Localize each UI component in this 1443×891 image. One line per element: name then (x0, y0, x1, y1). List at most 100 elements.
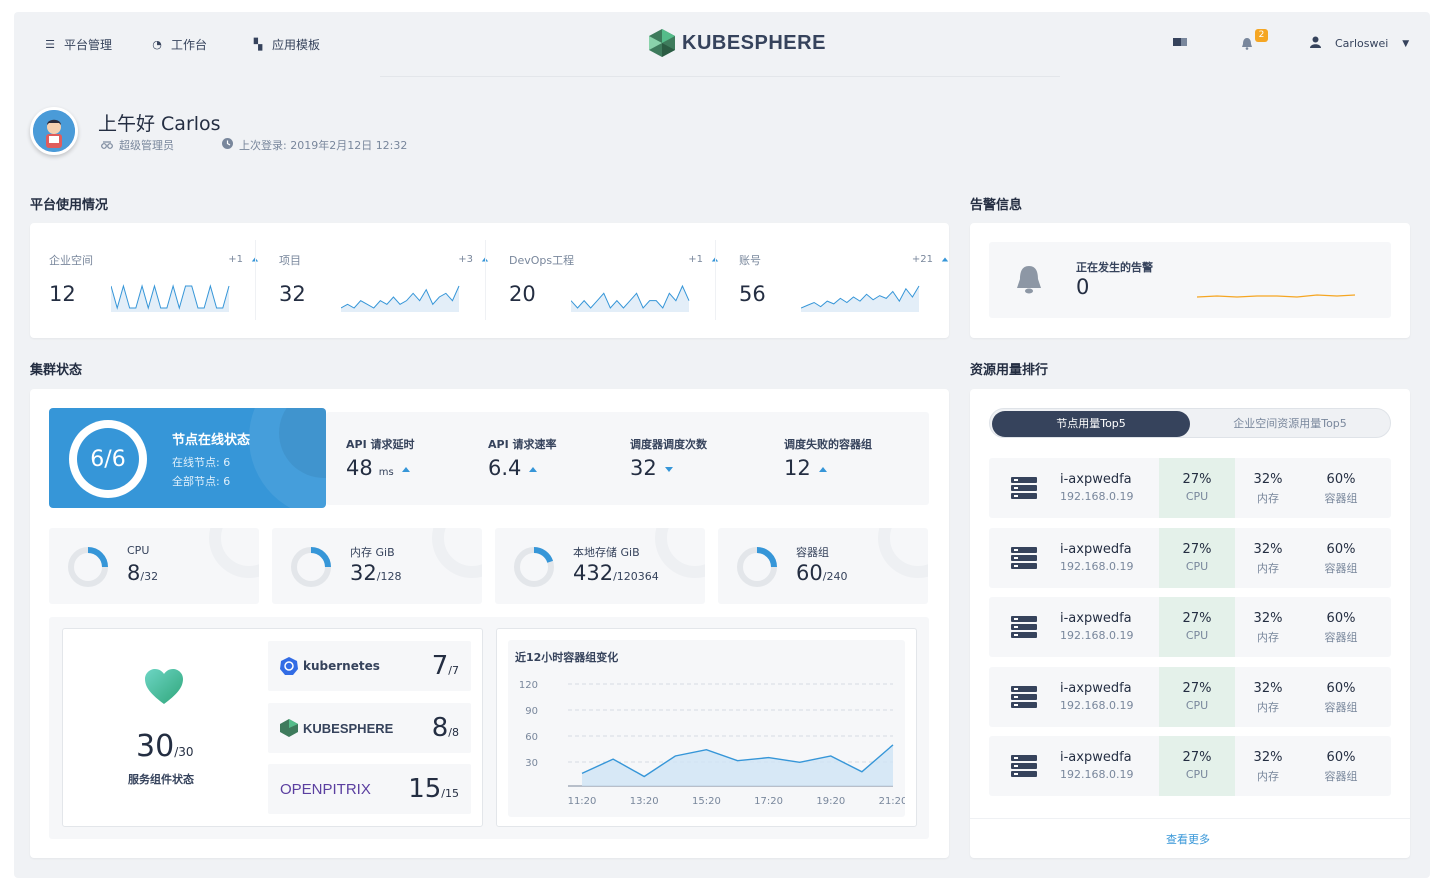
metric-cell-cpu: 27% CPU (1159, 666, 1235, 727)
server-icon (1011, 755, 1037, 777)
resource-label: 本地存储 GiB (573, 546, 640, 559)
resource-card-0[interactable]: CPU 8/32 (49, 528, 259, 604)
metric-cell-mem: 32% 内存 (1235, 458, 1301, 518)
stat-delta: +21 (912, 254, 949, 265)
service-count: 8/8 (432, 713, 459, 743)
tab-node-top5[interactable]: 节点用量Top5 (992, 411, 1190, 437)
screen-icon[interactable] (1173, 37, 1187, 47)
resource-value: 432/120364 (573, 561, 659, 585)
service-count: 7/7 (432, 651, 459, 681)
bell-icon (1015, 264, 1043, 300)
tab-workspace-top5[interactable]: 企业空间资源用量Top5 (1190, 411, 1390, 437)
service-name-wrap: KUBESPHERE (280, 719, 393, 737)
metric-percent: 60% (1326, 541, 1356, 557)
metric-percent: 32% (1253, 750, 1283, 765)
stat-2[interactable]: DevOps工程 +1 20 (509, 238, 719, 318)
node-online-status[interactable]: 6/6 节点在线状态 在线节点: 6 全部节点: 6 (49, 408, 326, 508)
server-icon (1011, 477, 1037, 499)
metric-label: 内存 (1257, 561, 1279, 575)
divider (715, 240, 716, 320)
stat-3[interactable]: 账号 +21 56 (739, 238, 949, 318)
service-count-total: /7 (448, 664, 459, 677)
resource-used: 60 (796, 561, 823, 585)
ranking-row[interactable]: i-axpwedfa 192.168.0.19 27% CPU 32% 内存 60% 容器组 (989, 736, 1391, 796)
usage-donut (291, 547, 331, 587)
metric-label: 容器组 (1324, 631, 1358, 644)
ranking-row[interactable]: i-axpwedfa 192.168.0.19 27% CPU 32% 内存 60% 容器组 (989, 597, 1391, 657)
metric-percent: 60% (1326, 472, 1356, 487)
service-0[interactable]: kubernetes 7/7 (268, 641, 471, 691)
metric-percent: 27% (1182, 750, 1212, 765)
resource-total: /32 (140, 570, 159, 583)
metric-cell-cpu: 27% CPU (1159, 458, 1235, 518)
stat-1[interactable]: 项目 +3 32 (279, 238, 489, 318)
service-name: KUBESPHERE (303, 720, 394, 736)
logo-text: KUBESPHERE (682, 31, 826, 54)
clock-icon (222, 138, 233, 152)
metric-cell-mem: 32% 内存 (1235, 528, 1301, 588)
ranking-row[interactable]: i-axpwedfa 192.168.0.19 27% CPU 32% 内存 60% 容器组 (989, 458, 1391, 518)
nav-label: 工作台 (171, 38, 208, 52)
user-icon (1310, 36, 1321, 51)
x-tick-label: 15:20 (692, 796, 721, 807)
ranking-tabs: 节点用量Top5 企业空间资源用量Top5 (989, 408, 1391, 438)
active-alerts[interactable]: 正在发生的告警 0 (989, 242, 1391, 318)
decorative-ring (432, 528, 482, 578)
api-metric-label: API 请求延时 (346, 438, 415, 451)
user-menu[interactable]: Carloswei ▼ (1310, 36, 1409, 51)
metric-cell-cpu: 27% CPU (1159, 736, 1235, 796)
metric-label: 容器组 (1324, 492, 1358, 505)
metric-label: 内存 (1257, 492, 1279, 505)
ranking-row[interactable]: i-axpwedfa 192.168.0.19 27% CPU 32% 内存 60% 容器组 (989, 527, 1391, 588)
resource-used: 32 (350, 561, 377, 585)
metric-cell-mem: 32% 内存 (1235, 667, 1301, 727)
api-metric-value-row: 6.4 (488, 456, 557, 480)
logo[interactable]: KUBESPHERE (648, 28, 826, 58)
stat-0[interactable]: 企业空间 +1 12 (49, 238, 259, 318)
ranking-row[interactable]: i-axpwedfa 192.168.0.19 27% CPU 32% 内存 60% 容器组 (989, 666, 1391, 727)
service-1[interactable]: KUBESPHERE 8/8 (268, 703, 471, 753)
service-name-wrap: OPENPITRIX (280, 781, 371, 798)
decorative-ring (655, 528, 705, 578)
resource-card-2[interactable]: 本地存储 GiB 432/120364 (495, 528, 705, 604)
nav-platform-management[interactable]: ☰ 平台管理 (44, 36, 112, 53)
pod-change-chart: 120 90 60 30 11:20 13:20 15:20 17:20 19:20 21:20 (519, 680, 905, 807)
alert-label: 正在发生的告警 (1076, 261, 1153, 274)
x-tick-label: 21:20 (879, 796, 905, 807)
divider (255, 240, 256, 320)
metric-label: CPU (1185, 768, 1209, 781)
resource-card-1[interactable]: 内存 GiB 32/128 (272, 528, 482, 604)
arrow-down-icon (664, 466, 673, 472)
bell-icon[interactable] (1241, 37, 1253, 50)
metric-cell-pods: 60% 容器组 (1305, 528, 1377, 588)
resource-total: /120364 (613, 570, 659, 583)
stat-delta-value: +1 (228, 254, 243, 265)
api-metric-1: API 请求速率 6.4 (488, 436, 557, 480)
avatar[interactable] (30, 107, 78, 155)
metric-percent: 27% (1182, 680, 1212, 696)
resource-used: 432 (573, 561, 614, 585)
metric-label: CPU (1185, 490, 1209, 503)
view-more-link[interactable]: 查看更多 (1166, 831, 1210, 847)
user-role: 超级管理员 (101, 137, 174, 153)
metric-percent: 32% (1253, 680, 1283, 696)
nav-app-templates[interactable]: ▚ 应用模板 (252, 36, 320, 53)
section-title-resource-ranking: 资源用量排行 (970, 363, 1049, 378)
resource-card-3[interactable]: 容器组 60/240 (718, 528, 928, 604)
stat-sparkline (571, 284, 690, 312)
service-count-value: 7 (431, 651, 449, 681)
service-2[interactable]: OPENPITRIX 15/15 (268, 764, 471, 814)
metric-label: CPU (1185, 698, 1209, 712)
metric-cell-pods: 60% 容器组 (1305, 458, 1377, 518)
notification-badge: 2 (1255, 29, 1268, 42)
service-count-value: 8 (431, 713, 449, 743)
resource-value: 8/32 (127, 561, 158, 585)
nav-workbench[interactable]: ◔ 工作台 (151, 36, 207, 53)
api-metric-value: 12 (784, 456, 811, 480)
stat-label: 企业空间 (49, 254, 93, 267)
x-tick-label: 17:20 (754, 796, 783, 807)
x-tick-label: 19:20 (816, 796, 845, 807)
stat-delta-value: +3 (458, 254, 473, 265)
resource-total: /240 (822, 570, 848, 583)
heart-icon (144, 668, 184, 710)
